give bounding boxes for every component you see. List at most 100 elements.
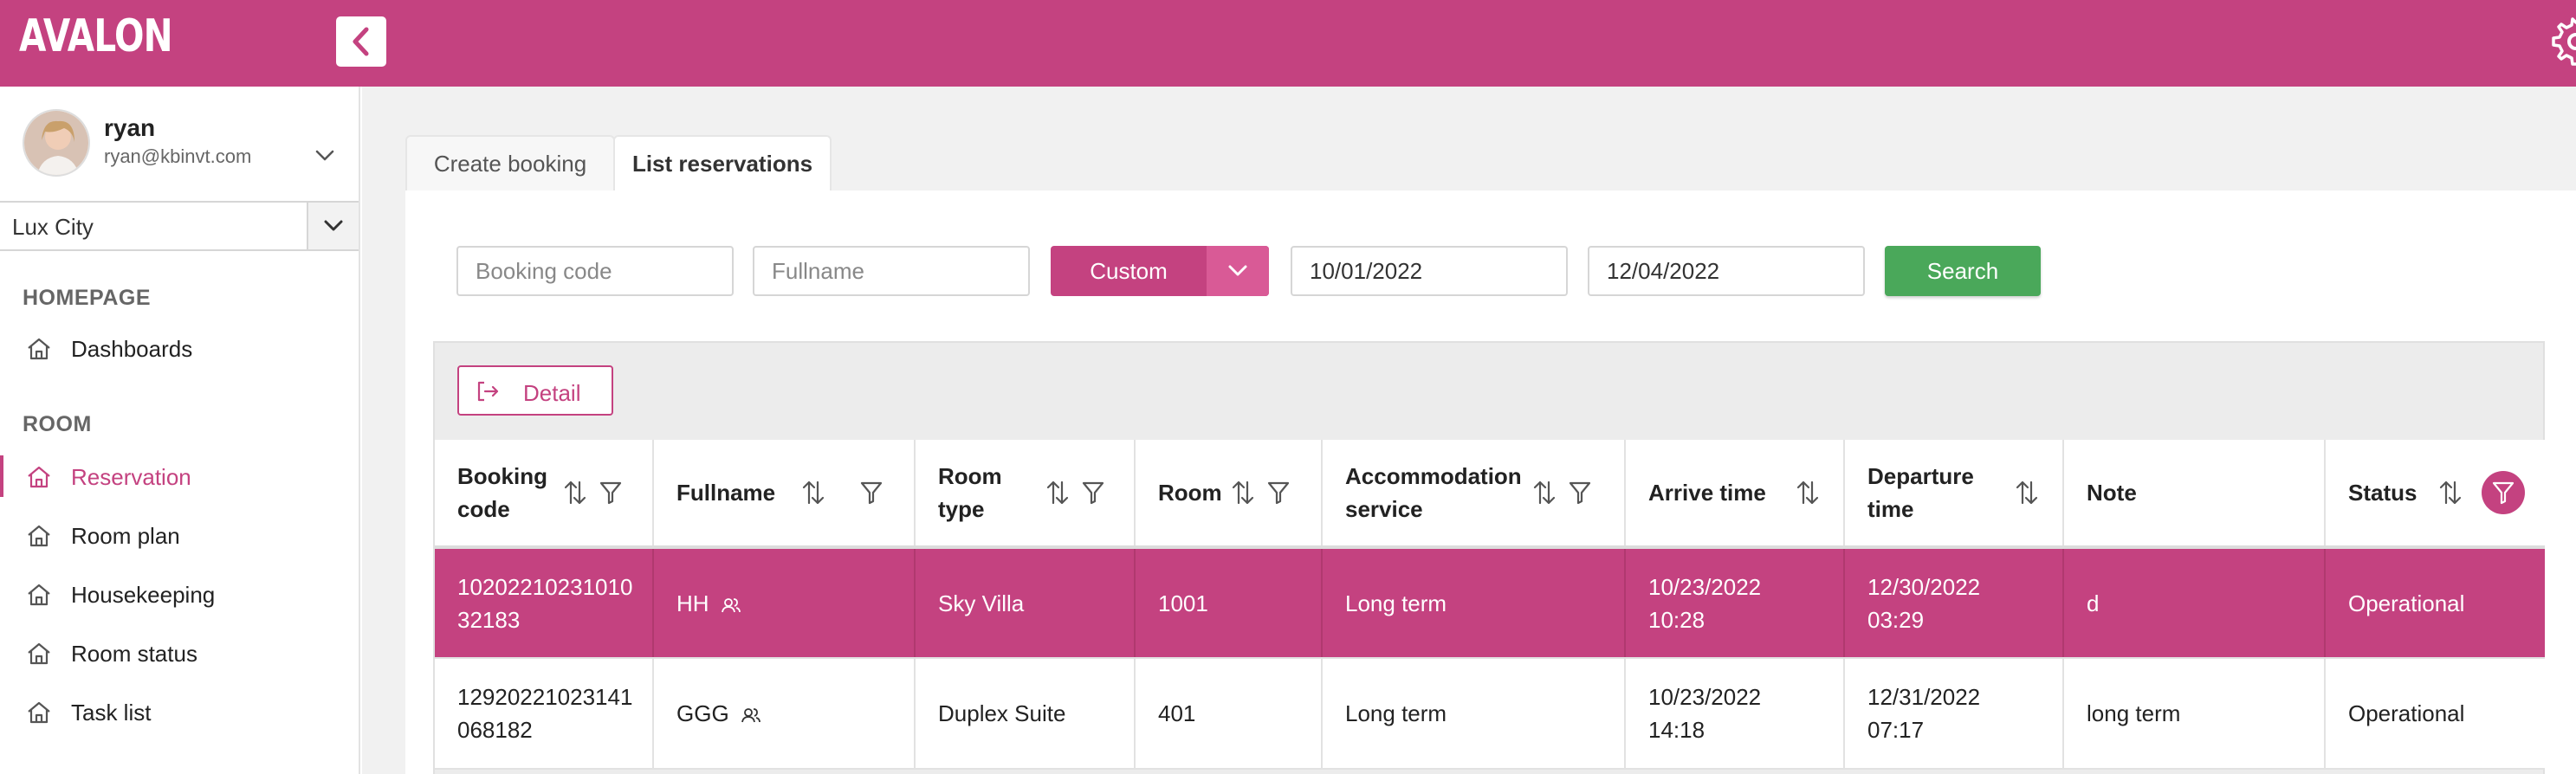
table-row[interactable]: 12920221023141 068182 GGG Duplex Suite 4… <box>435 658 2545 770</box>
cell-fullname: HH <box>653 547 916 659</box>
home-icon <box>28 584 50 606</box>
column-header-label: Accommodation service <box>1345 463 1522 522</box>
cell-fullname: GGG <box>653 658 916 770</box>
sidebar-item-label: Room status <box>71 641 197 667</box>
filter-icon[interactable] <box>860 481 883 505</box>
sidebar-item-label: Housekeeping <box>71 582 216 608</box>
tab-list-reservations[interactable]: List reservations <box>613 135 832 190</box>
column-header-label: Booking code <box>457 463 547 522</box>
chevron-down-icon <box>1228 265 1247 276</box>
search-button[interactable]: Search <box>1885 246 2041 296</box>
chevron-down-icon <box>324 220 343 231</box>
filter-icon[interactable] <box>1082 481 1104 505</box>
sidebar-item-label: Task list <box>71 700 152 726</box>
hotel-select[interactable]: Lux City <box>0 201 359 251</box>
chevron-down-icon[interactable] <box>312 145 338 166</box>
date-range-value: Custom <box>1090 257 1168 284</box>
filter-icon[interactable] <box>1569 481 1591 505</box>
column-header-accommodation-service: Accommodation service <box>1322 440 1626 549</box>
cell-room: 401 <box>1135 658 1323 770</box>
tab-create-booking[interactable]: Create booking <box>405 135 615 190</box>
cell-note: long term <box>2063 658 2326 770</box>
cell-departure-time: 12/31/2022 07:17 <box>1844 658 2064 770</box>
sidebar: ryan ryan@kbinvt.com Lux City HOMEPAGE D… <box>0 87 360 774</box>
detail-button[interactable]: Detail <box>457 365 613 416</box>
column-header-note: Note <box>2063 440 2326 549</box>
hotel-select-toggle[interactable] <box>307 203 359 249</box>
sort-icon[interactable] <box>2015 479 2039 506</box>
table-row[interactable]: 10202210231010 32183 HH Sky Villa 1001 L… <box>435 547 2545 659</box>
fullname-input[interactable]: Fullname <box>753 246 1030 296</box>
sort-icon[interactable] <box>1532 479 1557 506</box>
sort-icon[interactable] <box>801 479 825 506</box>
column-header-status: Status <box>2325 440 2545 549</box>
collapse-sidebar-button[interactable] <box>336 16 386 67</box>
filter-icon[interactable] <box>599 481 622 505</box>
date-to-input[interactable]: 12/04/2022 <box>1588 246 1865 296</box>
main-content: Create booking List reservations Booking… <box>362 87 2576 774</box>
user-menu[interactable]: ryan ryan@kbinvt.com <box>0 87 359 201</box>
cell-accommodation-service: Long term <box>1322 658 1626 770</box>
fullname-text: HH <box>676 590 709 616</box>
top-header: AVALON <box>0 0 2576 87</box>
column-header-room: Room <box>1135 440 1323 549</box>
chevron-left-icon <box>353 27 369 56</box>
active-filter-button[interactable] <box>2482 471 2525 514</box>
sidebar-item-reservation[interactable]: Reservation <box>0 450 359 502</box>
hotel-select-value: Lux City <box>12 214 94 240</box>
sidebar-item-dashboards[interactable]: Dashboards <box>0 322 359 374</box>
cell-room-type: Duplex Suite <box>915 658 1136 770</box>
sidebar-item-label: Dashboards <box>71 336 193 362</box>
filter-icon <box>2492 481 2515 505</box>
column-header-label: Departure time <box>1867 463 1974 522</box>
sidebar-item-label: Room plan <box>71 523 180 549</box>
app-logo: AVALON <box>19 10 173 62</box>
cell-booking-code: 10202210231010 32183 <box>435 547 654 659</box>
cell-departure-time: 12/30/2022 03:29 <box>1844 547 2064 659</box>
home-icon <box>28 338 50 360</box>
home-icon <box>28 525 50 547</box>
table-header-row: Booking code Fullname Room type Room Acc… <box>435 440 2545 549</box>
home-icon <box>28 701 50 724</box>
home-icon <box>28 642 50 665</box>
sign-in-icon <box>477 381 499 402</box>
cell-accommodation-service: Long term <box>1322 547 1626 659</box>
sort-icon[interactable] <box>563 479 587 506</box>
fullname-text: GGG <box>676 700 729 726</box>
date-range-toggle[interactable] <box>1207 246 1269 296</box>
reservations-table: Booking code Fullname Room type Room Acc… <box>435 440 2545 770</box>
column-header-fullname: Fullname <box>653 440 916 549</box>
cell-arrive-time: 10/23/2022 10:28 <box>1625 547 1845 659</box>
sidebar-item-housekeeping[interactable]: Housekeeping <box>0 568 359 620</box>
booking-code-input[interactable]: Booking code <box>456 246 734 296</box>
gear-icon <box>2552 17 2576 66</box>
column-header-arrive-time: Arrive time <box>1625 440 1845 549</box>
filter-icon[interactable] <box>1267 481 1290 505</box>
reservations-panel: Booking code Fullname Custom 10/01/2022 … <box>405 190 2576 774</box>
sidebar-item-room-status[interactable]: Room status <box>0 627 359 679</box>
sort-icon[interactable] <box>1231 479 1255 506</box>
column-header-label: Room type <box>938 463 1002 522</box>
group-icon <box>741 708 761 723</box>
cell-arrive-time: 10/23/2022 14:18 <box>1625 658 1845 770</box>
sidebar-item-room-plan[interactable]: Room plan <box>0 509 359 561</box>
section-title-room: ROOM <box>23 412 92 436</box>
sort-icon[interactable] <box>1045 479 1070 506</box>
sort-icon[interactable] <box>1796 479 1820 506</box>
avatar <box>23 109 90 177</box>
cell-status: Operational <box>2325 658 2545 770</box>
settings-button[interactable] <box>2552 17 2576 66</box>
section-title-homepage: HOMEPAGE <box>23 286 151 310</box>
cell-note: d <box>2063 547 2326 659</box>
user-email: ryan@kbinvt.com <box>104 145 252 167</box>
column-header-booking-code: Booking code <box>435 440 654 549</box>
sidebar-item-task-list[interactable]: Task list <box>0 686 359 738</box>
date-range-select[interactable]: Custom <box>1051 246 1269 296</box>
sort-icon[interactable] <box>2438 479 2463 506</box>
reservations-grid: Detail Booking code Fullname Room type R… <box>433 341 2545 774</box>
detail-button-label: Detail <box>523 380 581 406</box>
cell-room-type: Sky Villa <box>915 547 1136 659</box>
user-name: ryan <box>104 114 156 141</box>
date-from-input[interactable]: 10/01/2022 <box>1291 246 1568 296</box>
cell-room: 1001 <box>1135 547 1323 659</box>
